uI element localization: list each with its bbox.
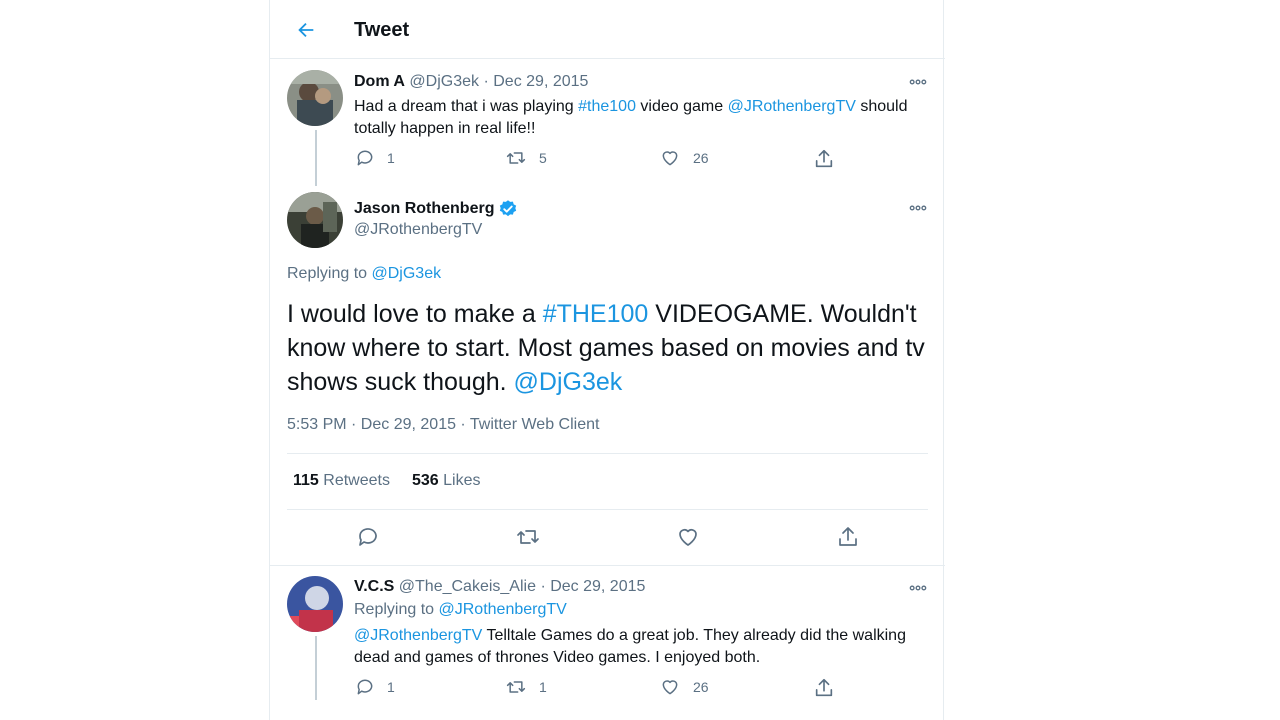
verified-badge-icon xyxy=(500,200,517,217)
main-share-button[interactable] xyxy=(836,525,872,549)
back-arrow-icon xyxy=(298,22,314,38)
replying-label: Replying to xyxy=(354,601,439,618)
reply-button[interactable]: 1 xyxy=(355,148,395,168)
thread-line xyxy=(315,130,317,186)
reply-icon xyxy=(357,679,373,695)
like-count: 26 xyxy=(693,150,709,166)
more-button[interactable] xyxy=(906,70,930,94)
replying-to: Replying to @DjG3ek xyxy=(287,265,441,283)
retweet-icon xyxy=(506,681,526,693)
likes-count: 536 xyxy=(411,472,439,489)
reply-count: 1 xyxy=(387,150,395,166)
like-icon xyxy=(662,680,678,695)
like-icon xyxy=(662,151,678,166)
text-segment: Had a dream that i was playing xyxy=(354,98,579,115)
dot-separator: · xyxy=(540,578,546,595)
mention-link[interactable]: @JRothenbergTV xyxy=(728,98,856,115)
mention-link[interactable]: @JRothenbergTV xyxy=(354,627,482,644)
divider xyxy=(287,509,928,510)
mention-link[interactable]: @DjG3ek xyxy=(514,368,623,396)
replying-to-link[interactable]: @JRothenbergTV xyxy=(439,601,567,618)
more-button[interactable] xyxy=(906,196,930,220)
more-button[interactable] xyxy=(906,576,930,600)
page-header: Tweet xyxy=(270,0,945,59)
retweets-count: 115 xyxy=(293,472,319,489)
reply-button[interactable]: 1 xyxy=(355,677,395,697)
tweet-date[interactable]: Dec 29, 2015 xyxy=(550,578,645,595)
tweet-stats: 115 Retweets 536 Likes xyxy=(293,472,480,490)
tweet1-header: Dom A @DjG3ek · Dec 29, 2015 xyxy=(354,73,588,91)
author-handle[interactable]: @JRothenbergTV xyxy=(354,221,482,239)
retweet-icon xyxy=(517,530,539,544)
share-icon xyxy=(839,527,857,546)
reply-icon xyxy=(359,528,377,546)
reply-header: V.C.S @The_Cakeis_Alie · Dec 29, 2015 xyxy=(354,578,645,596)
retweets-label: Retweets xyxy=(323,472,390,489)
avatar-jason-rothenberg[interactable] xyxy=(287,192,343,248)
tweet-date[interactable]: Dec 29, 2015 xyxy=(493,73,588,90)
main-reply-button[interactable] xyxy=(356,525,392,549)
like-icon xyxy=(679,529,697,546)
retweet-icon xyxy=(506,152,526,164)
share-icon xyxy=(815,678,833,697)
share-button[interactable] xyxy=(813,677,847,699)
retweet-button[interactable]: 1 xyxy=(505,677,547,697)
divider xyxy=(287,453,928,454)
likes-label: Likes xyxy=(443,472,481,489)
author-name[interactable]: V.C.S xyxy=(354,578,394,595)
main-author: Jason Rothenberg xyxy=(354,199,518,219)
author-name[interactable]: Jason Rothenberg xyxy=(354,200,494,218)
avatar-dom-a[interactable] xyxy=(287,70,343,126)
retweet-count: 1 xyxy=(539,679,547,695)
retweet-button[interactable]: 5 xyxy=(505,148,547,168)
page-title: Tweet xyxy=(354,19,410,41)
back-button[interactable] xyxy=(292,16,320,44)
more-icon xyxy=(909,205,927,211)
author-handle[interactable]: @DjG3ek xyxy=(409,73,479,90)
like-button[interactable]: 26 xyxy=(659,148,709,168)
thread-line xyxy=(315,636,317,700)
text-segment: video game xyxy=(635,98,728,115)
tweet1-text: Had a dream that i was playing #the100 v… xyxy=(354,96,934,140)
reply-count: 1 xyxy=(387,679,395,695)
avatar-vcs[interactable] xyxy=(287,576,343,632)
retweets-stat[interactable]: 115 Retweets xyxy=(293,472,390,490)
reply-text: @JRothenbergTV Telltale Games do a great… xyxy=(354,625,934,669)
author-handle[interactable]: @The_Cakeis_Alie xyxy=(399,578,536,595)
hashtag-link[interactable]: #THE100 xyxy=(543,300,649,328)
dot-separator: · xyxy=(483,73,489,90)
replying-to-link[interactable]: @DjG3ek xyxy=(372,265,442,282)
hashtag-link[interactable]: #the100 xyxy=(578,98,636,115)
like-button[interactable]: 26 xyxy=(659,677,709,697)
replying-to: Replying to @JRothenbergTV xyxy=(354,601,567,619)
share-icon xyxy=(815,149,833,168)
more-icon xyxy=(909,79,927,85)
retweet-count: 5 xyxy=(539,150,547,166)
reply-icon xyxy=(357,150,373,166)
main-like-button[interactable] xyxy=(676,525,712,549)
text-segment: I would love to make a xyxy=(287,300,543,328)
likes-stat[interactable]: 536 Likes xyxy=(412,472,481,490)
like-count: 26 xyxy=(693,679,709,695)
main-tweet-text: I would love to make a #THE100 VIDEOGAME… xyxy=(287,297,937,399)
main-retweet-button[interactable] xyxy=(515,525,553,549)
share-button[interactable] xyxy=(813,148,847,170)
author-name[interactable]: Dom A xyxy=(354,73,405,90)
divider xyxy=(270,565,945,566)
replying-label: Replying to xyxy=(287,265,372,282)
more-icon xyxy=(909,585,927,591)
tweet-meta[interactable]: 5:53 PM · Dec 29, 2015 · Twitter Web Cli… xyxy=(287,416,599,434)
tweet-column: Tweet Dom A @DjG3ek · Dec 29, 2015 Had a… xyxy=(269,0,945,720)
